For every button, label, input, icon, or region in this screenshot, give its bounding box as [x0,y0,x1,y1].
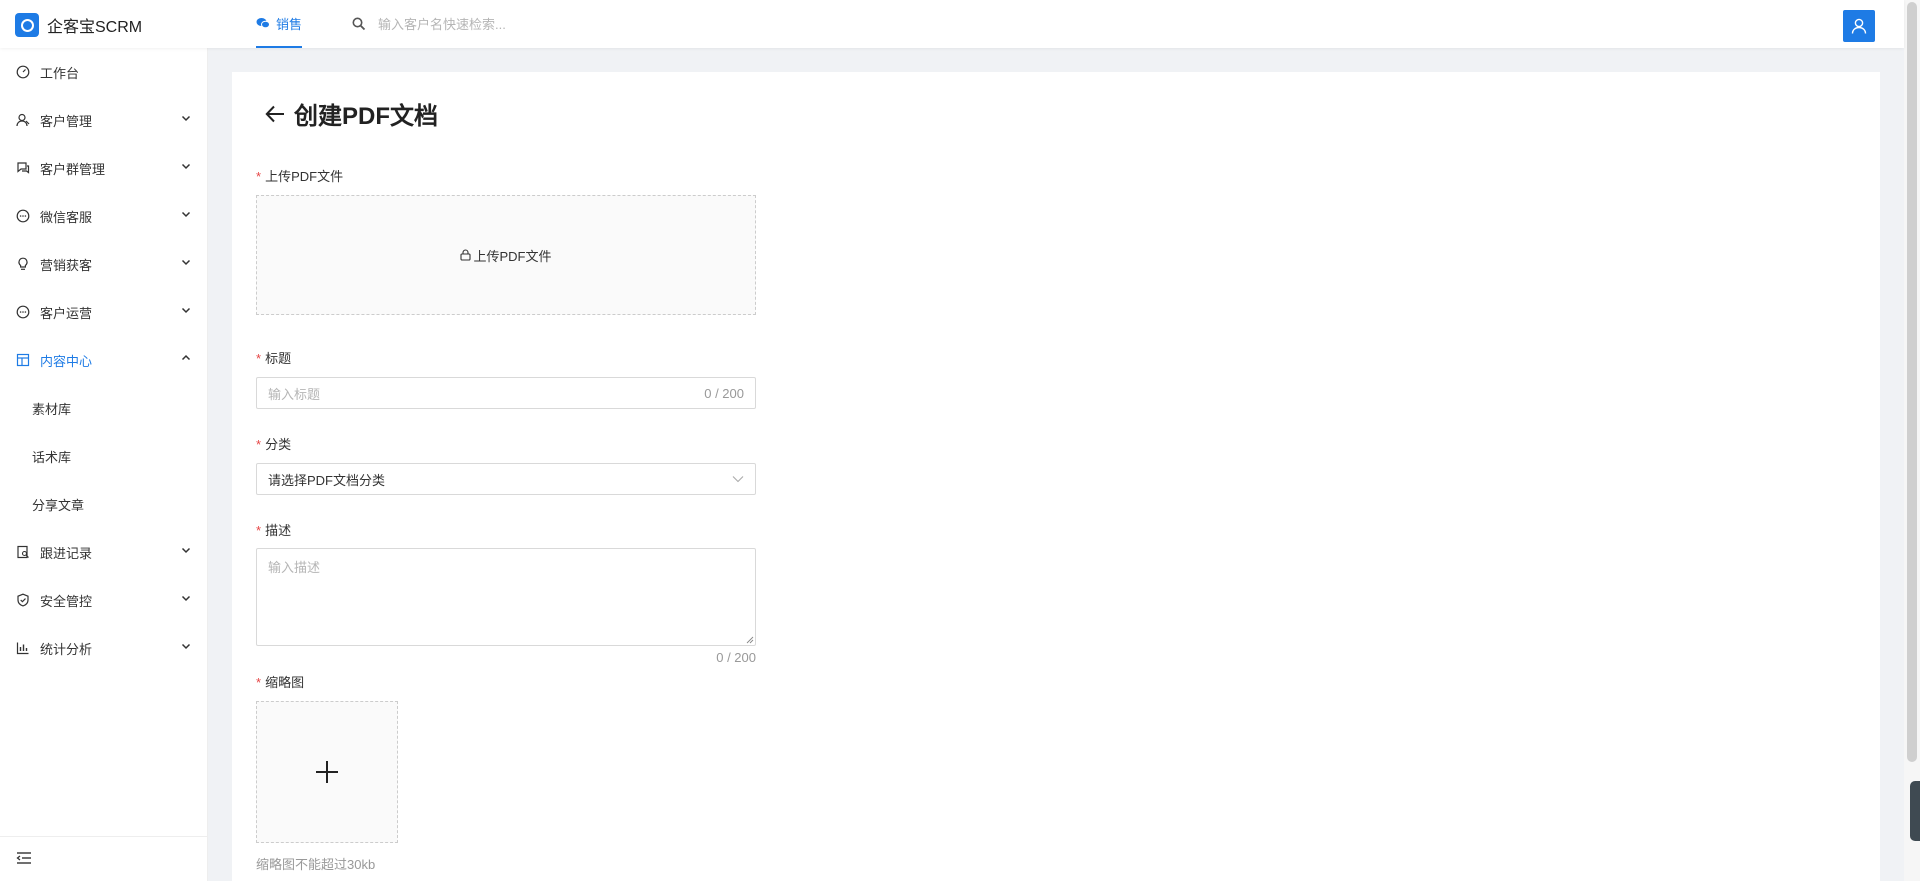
required-mark: * [256,675,262,690]
plus-icon [316,761,338,783]
chevron-down-icon [181,161,191,171]
dashboard-icon [15,65,30,80]
sidebar-item-customer-operation[interactable]: 客户运营 [0,288,208,336]
title-label: * 标题 [256,351,292,366]
sidebar-item-label: 营销获客 [40,257,93,273]
back-arrow-icon[interactable] [264,103,286,125]
sidebar-item-group-management[interactable]: 客户群管理 [0,144,208,192]
collapse-menu-icon[interactable] [16,851,32,865]
sidebar-subitem-shared-articles[interactable]: 分享文章 [0,480,208,528]
sidebar-item-marketing[interactable]: 营销获客 [0,240,208,288]
sidebar-item-content-center[interactable]: 内容中心 [0,336,208,384]
required-mark: * [256,351,262,366]
operation-icon [15,305,30,320]
thumbnail-label: * 缩略图 [256,675,305,690]
description-textarea[interactable]: 输入描述 [256,548,756,646]
description-char-count: 0 / 200 [716,650,756,665]
content-icon [15,353,30,368]
sidebar-item-security[interactable]: 安全管控 [0,576,208,624]
shield-icon [15,593,30,608]
search-input[interactable]: 输入客户名快速检索... [378,14,506,33]
thumbnail-hint: 缩略图不能超过30kb [256,857,376,872]
sidebar-subitem-scripts[interactable]: 话术库 [0,432,208,480]
chat-icon [15,209,30,224]
chevron-down-icon [732,475,744,483]
chevron-down-icon [181,257,191,267]
sidebar-item-workbench[interactable]: 工作台 [0,48,208,96]
sidebar-item-label: 微信客服 [40,209,93,225]
sidebar-subitem-label: 话术库 [32,449,72,465]
lock-icon [460,249,472,261]
required-mark: * [256,437,262,452]
required-mark: * [256,523,262,538]
chevron-up-icon [181,353,191,363]
sidebar-item-label: 工作台 [40,65,80,81]
app-name: 企客宝SCRM [47,19,143,36]
required-mark: * [256,169,262,184]
sidebar-item-label: 安全管控 [40,593,93,609]
sidebar-item-customer-management[interactable]: 客户管理 [0,96,208,144]
title-char-count: 0 / 200 [704,385,744,401]
upload-pdf-dropzone[interactable]: 上传PDF文件 [256,195,756,315]
resize-handle-icon[interactable] [746,636,754,644]
sidebar-item-label: 跟进记录 [40,545,93,561]
page-header: 创建PDF文档 [264,96,438,131]
chevron-down-icon [181,305,191,315]
chevron-down-icon [181,113,191,123]
page-title: 创建PDF文档 [294,103,438,130]
wechat-icon [256,17,270,29]
tab-sales-label: 销售 [276,16,303,32]
sidebar-item-label: 客户管理 [40,113,93,129]
chevron-down-icon [181,545,191,555]
floating-side-widget[interactable] [1910,781,1920,841]
description-placeholder: 输入描述 [268,560,321,575]
search-icon [352,17,366,31]
sidebar-item-label: 客户运营 [40,305,93,321]
top-bar: 企客宝SCRM 销售 输入客户名快速检索... [0,0,1904,48]
user-icon [1851,18,1867,34]
sidebar-item-label: 客户群管理 [40,161,106,177]
bulb-icon [15,257,30,272]
upload-pdf-label: * 上传PDF文件 [256,169,344,184]
tab-sales[interactable]: 销售 [256,0,303,48]
chart-icon [15,641,30,656]
title-input[interactable]: 输入标题 0 / 200 [256,377,756,409]
category-select[interactable]: 请选择PDF文档分类 [256,463,756,495]
user-avatar-button[interactable] [1843,10,1875,42]
sidebar-item-label: 统计分析 [40,641,93,657]
record-icon [15,545,30,560]
sidebar-item-wechat-service[interactable]: 微信客服 [0,192,208,240]
customer-search[interactable]: 输入客户名快速检索... [352,14,506,33]
sidebar: 工作台 客户管理 客户群管理 微信客服 营销获客 客户运营 内容中心 素材库 话… [0,48,208,881]
description-label: * 描述 [256,523,292,538]
group-chat-icon [15,161,30,176]
sidebar-subitem-label: 分享文章 [32,497,85,513]
app-logo[interactable]: 企客宝SCRM [15,13,142,37]
upload-pdf-button-label: 上传PDF文件 [473,248,552,264]
chevron-down-icon [181,593,191,603]
sidebar-item-follow-up[interactable]: 跟进记录 [0,528,208,576]
sidebar-item-statistics[interactable]: 统计分析 [0,624,208,672]
chevron-down-icon [181,209,191,219]
main-card: 创建PDF文档 * 上传PDF文件 上传PDF文件 * 标题 输入标题 0 / 20… [232,72,1880,881]
sidebar-footer [0,836,208,881]
category-selected-value: 请选择PDF文档分类 [268,472,386,488]
sidebar-subitem-materials[interactable]: 素材库 [0,384,208,432]
sidebar-item-label: 内容中心 [40,353,93,369]
chevron-down-icon [181,641,191,651]
scrollbar-thumb[interactable] [1907,2,1917,762]
customer-icon [15,113,30,128]
thumbnail-upload[interactable] [256,701,398,843]
sidebar-subitem-label: 素材库 [32,401,72,417]
category-label: * 分类 [256,437,292,452]
logo-icon [15,13,39,37]
title-placeholder: 输入标题 [268,386,321,402]
